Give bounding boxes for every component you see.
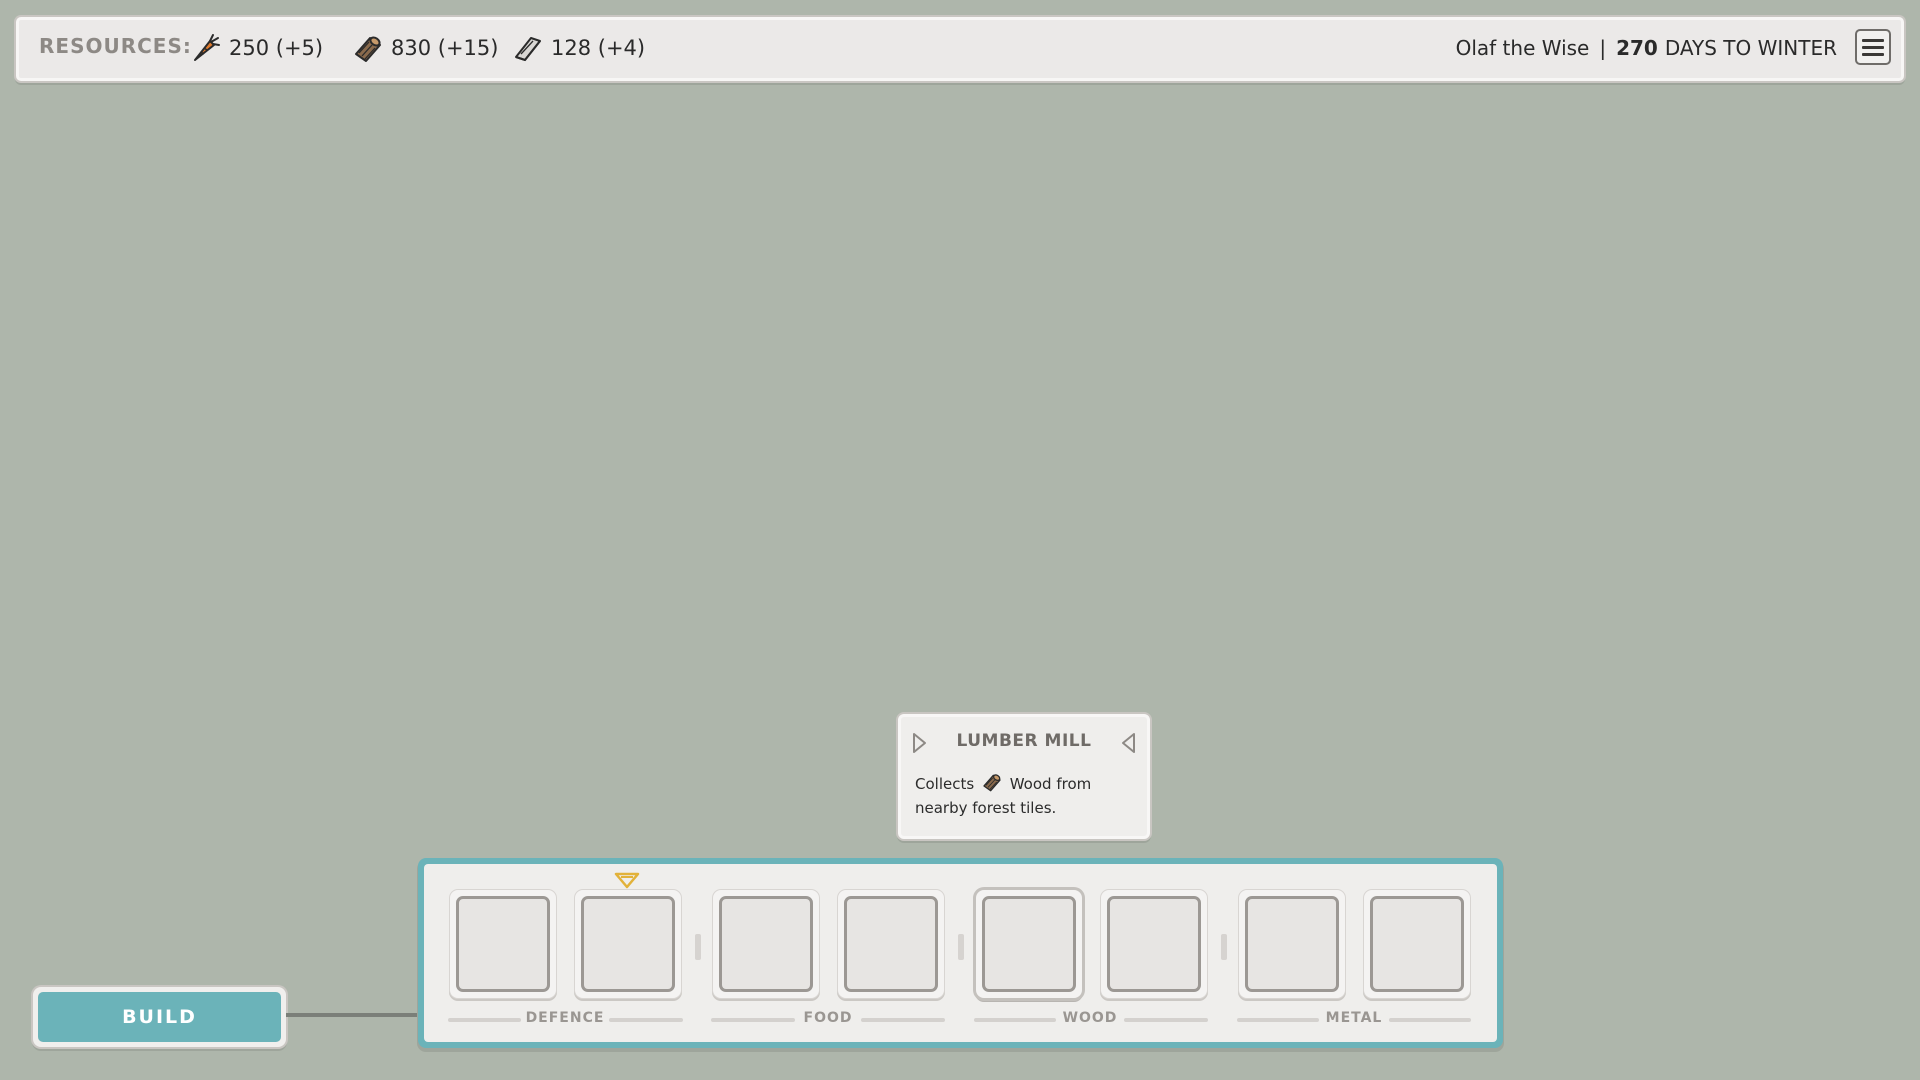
resource-food: 250 (+5) bbox=[191, 30, 323, 66]
menu-button[interactable] bbox=[1855, 29, 1891, 65]
log-icon bbox=[355, 36, 381, 62]
build-panel-body: DEFENCE FOOD WOOD METAL bbox=[424, 864, 1497, 1042]
group-label-defence: DEFENCE bbox=[525, 1010, 605, 1026]
group-line bbox=[711, 1018, 795, 1022]
resource-bar: RESOURCES: 250 (+5) 830 (+15) 128 (+4) O… bbox=[16, 17, 1904, 81]
slot-food-2[interactable] bbox=[838, 890, 944, 998]
food-value: 250 (+5) bbox=[229, 36, 324, 60]
connector-line bbox=[286, 1013, 420, 1017]
new-indicator-icon bbox=[614, 872, 640, 889]
group-label-food: FOOD bbox=[803, 1010, 853, 1026]
carrot-icon bbox=[194, 34, 220, 61]
group-divider bbox=[958, 934, 964, 960]
slot-food-1[interactable] bbox=[713, 890, 819, 998]
group-line bbox=[861, 1018, 945, 1022]
slot-wood-2[interactable] bbox=[1101, 890, 1207, 998]
group-line bbox=[1237, 1018, 1319, 1022]
group-label-wood: WOOD bbox=[1062, 1010, 1118, 1026]
build-button[interactable]: BUILD bbox=[33, 987, 286, 1047]
metal-value: 128 (+4) bbox=[551, 36, 646, 60]
group-line bbox=[1124, 1018, 1208, 1022]
build-panel: DEFENCE FOOD WOOD METAL bbox=[418, 858, 1503, 1048]
log-icon bbox=[983, 774, 1001, 792]
resource-metal: 128 (+4) bbox=[513, 30, 645, 66]
group-divider bbox=[695, 934, 701, 960]
status-info: Olaf the Wise | 270 DAYS TO WINTER bbox=[1456, 30, 1837, 66]
player-name: Olaf the Wise bbox=[1455, 36, 1590, 60]
caret-left-icon bbox=[1122, 733, 1135, 753]
slot-defence-1[interactable] bbox=[450, 890, 556, 998]
group-divider bbox=[1221, 934, 1227, 960]
desc-before: Collects bbox=[915, 775, 975, 793]
tooltip-description: Collects Wood from nearby forest tiles. bbox=[915, 772, 1139, 820]
slot-defence-2[interactable] bbox=[575, 890, 681, 998]
slot-metal-2[interactable] bbox=[1364, 890, 1470, 998]
separator: | bbox=[1599, 36, 1607, 60]
build-button-label: BUILD bbox=[38, 992, 281, 1042]
tooltip-title: LUMBER MILL bbox=[956, 731, 1092, 751]
resources-label: RESOURCES: bbox=[39, 34, 192, 58]
slot-metal-1[interactable] bbox=[1239, 890, 1345, 998]
slot-wood-1[interactable] bbox=[976, 890, 1082, 998]
ingot-icon bbox=[515, 37, 541, 62]
group-line bbox=[974, 1018, 1056, 1022]
group-line bbox=[609, 1018, 683, 1022]
group-line bbox=[1389, 1018, 1471, 1022]
wood-value: 830 (+15) bbox=[391, 36, 499, 60]
resource-wood: 830 (+15) bbox=[353, 30, 498, 66]
days-count: 270 bbox=[1616, 36, 1658, 60]
building-tooltip: LUMBER MILL Collects Wood from nearby fo… bbox=[898, 714, 1150, 839]
group-label-metal: METAL bbox=[1325, 1010, 1383, 1026]
days-label: DAYS TO WINTER bbox=[1664, 36, 1837, 60]
group-line bbox=[448, 1018, 521, 1022]
hamburger-icon bbox=[1862, 38, 1884, 42]
